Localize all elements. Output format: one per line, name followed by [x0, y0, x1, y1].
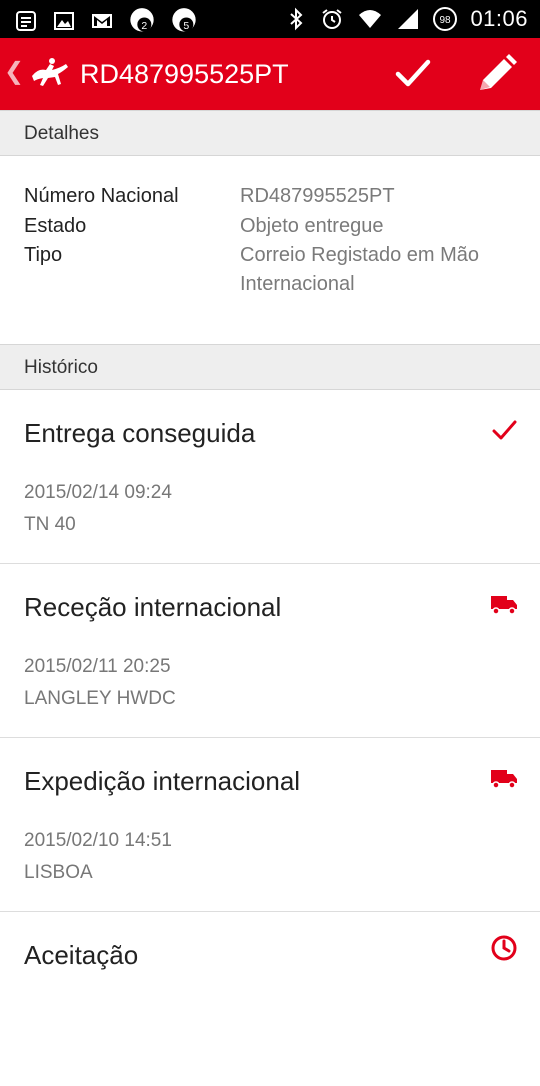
confirm-check-icon[interactable] [390, 54, 436, 94]
svg-text:2: 2 [141, 20, 147, 32]
truck-icon [491, 770, 517, 789]
detail-value: Objeto entregue [240, 215, 384, 237]
alarm-icon [322, 9, 343, 29]
app-bar: ❮ RD487995525PT [0, 38, 540, 110]
history-item-location: LANGLEY HWDC [24, 688, 176, 709]
detail-label: Número Nacional [24, 185, 179, 207]
history-section-header: Histórico [0, 344, 540, 390]
detail-label: Estado [24, 215, 87, 237]
history-item-title: Receção internacional [24, 592, 282, 622]
history-item-location: TN 40 [24, 514, 76, 535]
history-header-label: Histórico [24, 357, 98, 378]
detail-label: Tipo [24, 244, 63, 266]
ctt-horse-rider-logo-icon[interactable] [28, 54, 72, 94]
notification-icons: 2 5 [14, 7, 198, 35]
status-bar: 2 5 98 01:06 [0, 0, 540, 38]
details-header-label: Detalhes [24, 123, 99, 144]
history-item[interactable]: Receção internacional 2015/02/11 20:25 L… [0, 564, 540, 738]
history-item-date: 2015/02/10 14:51 [24, 830, 172, 851]
history-item[interactable]: Expedição internacional 2015/02/10 14:51… [0, 738, 540, 912]
wifi-icon [359, 10, 382, 28]
history-item-date: 2015/02/11 20:25 [24, 656, 171, 677]
hangouts-icon: 2 [130, 8, 154, 32]
gmail-icon [92, 14, 112, 28]
clock: 01:06 [470, 6, 528, 31]
svg-text:5: 5 [183, 20, 189, 32]
system-icons: 98 01:06 [284, 6, 528, 32]
history-item[interactable]: Entrega conseguida 2015/02/14 09:24 TN 4… [0, 390, 540, 564]
back-icon[interactable]: ❮ [4, 60, 24, 84]
svg-text:98: 98 [440, 15, 452, 26]
image-icon [54, 12, 74, 30]
history-item-title: Aceitação [24, 940, 139, 970]
history-item-title: Entrega conseguida [24, 418, 256, 448]
details-section-header: Detalhes [0, 110, 540, 156]
history-item[interactable]: Aceitação [0, 912, 540, 1086]
truck-icon [491, 596, 517, 615]
battery-icon: 98 [433, 7, 458, 31]
bluetooth-icon [290, 7, 303, 31]
cell-signal-icon [398, 9, 419, 29]
check-icon [492, 420, 517, 440]
hangouts-icon: 5 [172, 8, 196, 32]
detail-value: RD487995525PT [240, 185, 395, 207]
app-bar-title: RD487995525PT [80, 59, 289, 89]
notes-icon [16, 11, 36, 31]
clock-icon [491, 935, 517, 961]
details-panel: Número Nacional RD487995525PT Estado Obj… [0, 156, 540, 344]
history-item-location: LISBOA [24, 862, 93, 883]
history-item-title: Expedição internacional [24, 766, 301, 796]
edit-pencil-icon[interactable] [474, 52, 520, 96]
detail-value: Correio Registado em Mão Internacional [240, 244, 479, 295]
history-item-date: 2015/02/14 09:24 [24, 482, 172, 503]
